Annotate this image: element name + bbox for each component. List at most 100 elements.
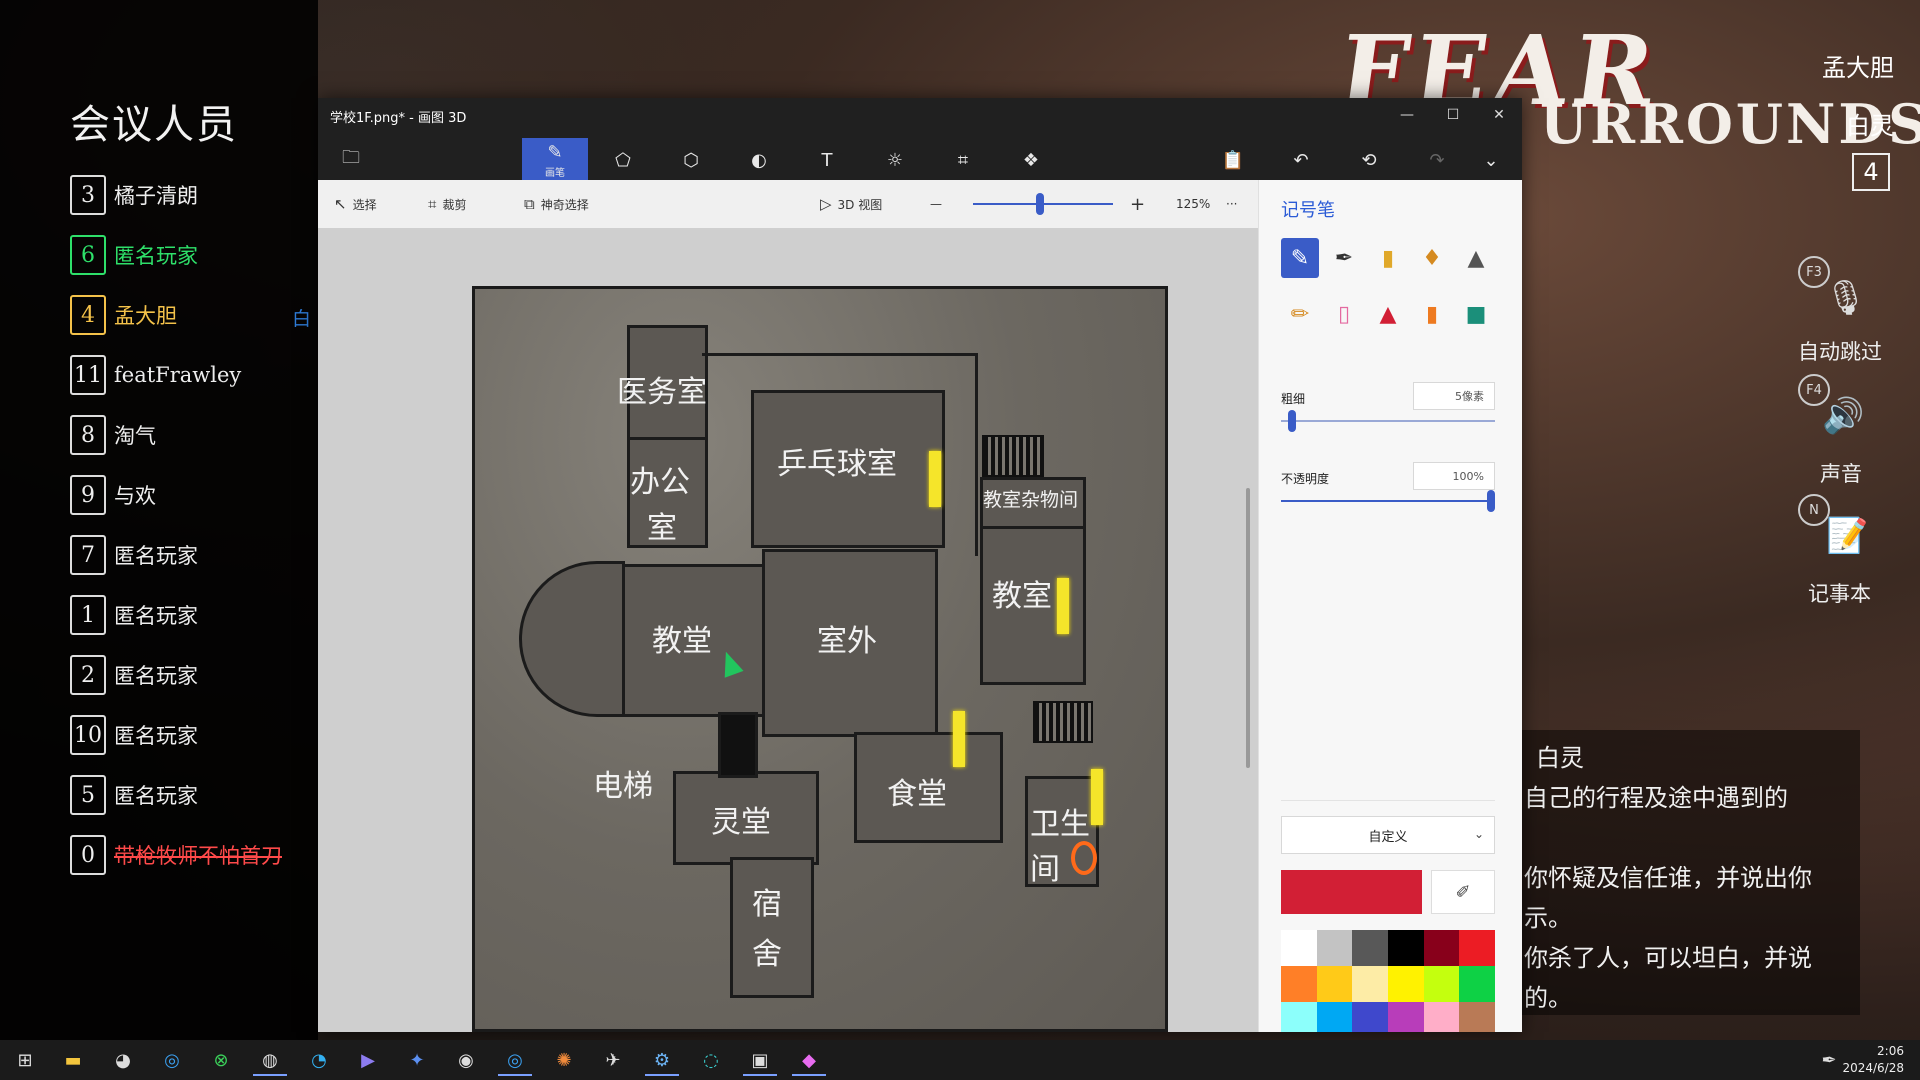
vertical-scrollbar[interactable] (1246, 488, 1250, 768)
color-swatch[interactable] (1459, 966, 1495, 1002)
marker-stroke (953, 711, 965, 767)
selected-color-swatch[interactable] (1281, 870, 1422, 914)
opacity-input[interactable]: 100% (1413, 462, 1495, 490)
paste-button[interactable]: 📋 (1200, 138, 1266, 182)
tab-3d-library[interactable]: ❖ (998, 138, 1064, 182)
taskbar-app[interactable]: ▶ (351, 1046, 385, 1074)
opacity-slider-track[interactable] (1281, 500, 1495, 502)
tab-text[interactable]: T (794, 138, 860, 182)
eyedropper-button[interactable]: ✐ (1431, 870, 1495, 914)
select-tool[interactable]: ↖ 选择 (334, 180, 377, 228)
mic-muted-icon[interactable]: 🎙 (1824, 278, 1867, 318)
app-icon: ◎ (507, 1049, 523, 1071)
speaker-icon[interactable]: 🔊 (1822, 396, 1864, 436)
crop-tool[interactable]: ⌗ 裁剪 (428, 180, 466, 228)
tab-canvas[interactable]: ⌗ (930, 138, 996, 182)
label-pingpong: 乒乓球室 (777, 447, 897, 482)
tray-pen[interactable]: ✒ (1812, 1046, 1846, 1074)
eraser-brush[interactable]: ▯ (1325, 294, 1363, 334)
maximize-button[interactable]: ☐ (1430, 98, 1476, 132)
zoom-slider-thumb[interactable] (1036, 193, 1044, 215)
taskbar-app[interactable]: ◍ (253, 1046, 287, 1076)
taskbar-file-explorer[interactable]: ▬ (56, 1046, 90, 1074)
taskbar-qq[interactable]: ◕ (106, 1046, 140, 1074)
color-swatch[interactable] (1388, 1002, 1424, 1032)
spray-can-brush[interactable]: ▮ (1413, 294, 1451, 334)
system-clock[interactable]: 2:06 2024/6/28 (1842, 1043, 1904, 1077)
magic-select-tool[interactable]: ⧉ 神奇选择 (524, 180, 589, 228)
color-mode-dropdown[interactable]: 自定义 ⌄ (1281, 816, 1495, 854)
color-swatch[interactable] (1316, 1002, 1353, 1032)
pencil-brush[interactable]: ✏ (1281, 294, 1319, 334)
taskbar-app[interactable]: ✈ (596, 1046, 630, 1074)
zoom-out-button[interactable]: — (930, 180, 942, 228)
tab-stickers[interactable]: ◐ (726, 138, 792, 182)
auto-skip-label[interactable]: 自动跳过 (1798, 336, 1882, 366)
label-office1: 办公 (630, 465, 690, 500)
taskbar-app[interactable]: ✺ (547, 1046, 581, 1074)
zoom-level[interactable]: 125% (1176, 180, 1210, 228)
menu-button[interactable]: 🗀 (318, 138, 384, 182)
color-swatch[interactable] (1388, 966, 1424, 1002)
taskbar-app[interactable]: ◌ (694, 1046, 728, 1074)
taskbar-app[interactable]: ◎ (155, 1046, 189, 1074)
participant-number: 9 (70, 475, 106, 515)
color-swatch[interactable] (1352, 930, 1388, 966)
tab-2d-shapes[interactable]: ⬠ (590, 138, 656, 182)
color-swatch[interactable] (1281, 1002, 1317, 1032)
marker-brush[interactable]: ✎ (1281, 238, 1319, 278)
taskbar-steam[interactable]: ⚙ (645, 1046, 679, 1076)
calligraphy-pen-brush[interactable]: ✒ (1325, 238, 1363, 278)
qq-icon: ◕ (115, 1049, 131, 1071)
history-button[interactable]: ⟲ (1336, 138, 1402, 182)
zoom-in-button[interactable]: + (1130, 180, 1145, 228)
undo-button[interactable]: ↶ (1268, 138, 1334, 182)
close-button[interactable]: ✕ (1476, 98, 1522, 132)
taskbar-app[interactable]: ▣ (743, 1046, 777, 1076)
color-swatch[interactable] (1352, 966, 1388, 1002)
opacity-slider-thumb[interactable] (1487, 490, 1495, 512)
thickness-input[interactable]: 5像素 (1413, 382, 1495, 410)
color-swatch[interactable] (1459, 1002, 1495, 1032)
expand-button[interactable]: ⌄ (1458, 138, 1522, 182)
taskbar-xbox[interactable]: ⊗ (204, 1046, 238, 1074)
color-swatch[interactable] (1423, 930, 1460, 966)
taskbar-paint3d[interactable]: ◆ (792, 1046, 826, 1076)
crayon-brush[interactable]: ▲ (1369, 294, 1407, 334)
color-swatch[interactable] (1423, 1002, 1460, 1032)
thickness-slider-thumb[interactable] (1287, 410, 1296, 432)
tab-brushes[interactable]: ✎ 画笔 (522, 138, 588, 185)
color-swatch[interactable] (1316, 930, 1353, 966)
voice-label[interactable]: 声音 (1820, 458, 1862, 488)
tab-3d-shapes[interactable]: ⬡ (658, 138, 724, 182)
thickness-slider-track[interactable] (1281, 420, 1495, 422)
paste-icon: 📋 (1221, 149, 1245, 171)
notebook-label[interactable]: 记事本 (1808, 578, 1871, 608)
school-map-image[interactable]: 医务室 办公 室 乒乓球室 教室杂物间 教堂 室外 教室 电梯 灵堂 食堂 卫生… (472, 286, 1168, 1032)
color-swatch[interactable] (1281, 930, 1317, 966)
oil-brush[interactable]: ▮ (1369, 238, 1407, 278)
participant-number: 3 (70, 175, 106, 215)
color-swatch[interactable] (1352, 1002, 1388, 1032)
color-swatch[interactable] (1388, 930, 1424, 966)
player-name: 孟大胆 (1822, 54, 1894, 82)
fill-brush[interactable]: ■ (1457, 294, 1495, 334)
color-swatch[interactable] (1459, 930, 1495, 966)
more-button[interactable]: ··· (1226, 180, 1237, 228)
color-swatch[interactable] (1423, 966, 1460, 1002)
start-button[interactable]: ⊞ (8, 1046, 42, 1074)
taskbar-edge[interactable]: ◔ (302, 1046, 336, 1074)
color-swatch[interactable] (1281, 966, 1317, 1002)
taskbar-app[interactable]: ✦ (400, 1046, 434, 1074)
minimize-button[interactable]: — (1384, 98, 1430, 132)
pixel-pen-brush[interactable]: ▲ (1457, 238, 1495, 278)
watercolor-brush[interactable]: ♦ (1413, 238, 1451, 278)
taskbar-app[interactable]: ◉ (449, 1046, 483, 1074)
canvas-area[interactable]: 医务室 办公 室 乒乓球室 教室杂物间 教堂 室外 教室 电梯 灵堂 食堂 卫生… (318, 228, 1258, 1032)
title-bar[interactable]: 学校1F.png* - 画图 3D — ☐ ✕ (318, 98, 1522, 132)
3d-view-toggle[interactable]: ▷ 3D 视图 (820, 180, 882, 228)
color-swatch[interactable] (1316, 966, 1353, 1002)
notebook-icon[interactable]: 📝 (1826, 516, 1868, 556)
taskbar-app[interactable]: ◎ (498, 1046, 532, 1076)
tab-effects[interactable]: ☼ (862, 138, 928, 182)
